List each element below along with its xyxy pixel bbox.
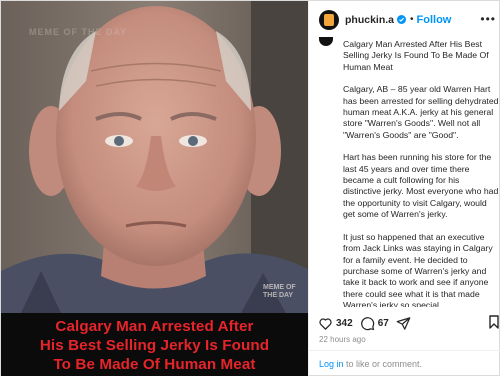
image-caption-box: Calgary Man Arrested After His Best Sell… (1, 313, 308, 376)
caption-paragraph: It just so happened that an executive fr… (343, 231, 493, 307)
follow-button[interactable]: Follow (417, 14, 452, 26)
post-header: phuckin.a • Follow ••• (309, 1, 500, 38)
post-media[interactable]: MEME OF THE DAY MEME OF THE DAY Calgary … (1, 1, 308, 376)
login-prompt: Log in to like or comment. (319, 359, 422, 369)
bookmark-icon[interactable] (489, 315, 499, 329)
separator-dot: • (410, 14, 414, 25)
avatar[interactable] (319, 9, 339, 30)
instagram-post: MEME OF THE DAY MEME OF THE DAY Calgary … (0, 0, 500, 376)
caption-paragraph: Hart has been running his store for the … (343, 152, 499, 220)
login-link[interactable]: Log in (319, 359, 344, 369)
post-photo (1, 1, 308, 313)
comment-count: 67 (377, 317, 389, 329)
action-bar: 342 67 (318, 314, 500, 332)
watermark-corner: MEME OF THE DAY (263, 284, 296, 299)
post-side-panel: phuckin.a • Follow ••• Calgary Man Arres… (308, 1, 500, 376)
comment-icon[interactable] (360, 316, 375, 331)
divider (309, 350, 500, 351)
post-timestamp[interactable]: 22 hours ago (319, 335, 366, 344)
watermark-top: MEME OF THE DAY (29, 27, 128, 37)
heart-icon[interactable] (318, 316, 333, 331)
comment-action[interactable]: 67 (360, 316, 389, 331)
share-action[interactable] (396, 316, 411, 331)
caption-scroll-area[interactable]: Calgary Man Arrested After His Best Sell… (319, 37, 499, 307)
share-icon[interactable] (396, 316, 411, 331)
image-caption: Calgary Man Arrested After His Best Sell… (39, 317, 270, 373)
verified-badge-icon (397, 15, 407, 24)
login-prompt-text: to like or comment. (343, 359, 423, 369)
caption-paragraph: Calgary, AB – 85 year old Warren Hart ha… (343, 84, 499, 140)
like-count: 342 (336, 317, 353, 329)
like-action[interactable]: 342 (318, 316, 353, 331)
more-options-icon[interactable]: ••• (480, 12, 496, 26)
username[interactable]: phuckin.a (345, 14, 394, 26)
caption-avatar[interactable] (319, 37, 333, 46)
caption-paragraph: Calgary Man Arrested After His Best Sell… (343, 39, 489, 72)
